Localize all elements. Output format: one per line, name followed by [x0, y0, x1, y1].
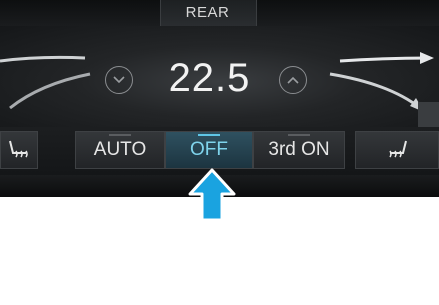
off-button[interactable]: OFF	[165, 131, 253, 169]
heated-seat-left-button[interactable]	[0, 131, 38, 169]
indicator-bar	[109, 134, 131, 136]
indicator-bar	[198, 134, 220, 136]
auto-label: AUTO	[93, 139, 147, 160]
temperature-value: 22.5	[168, 56, 251, 100]
temp-down-button[interactable]	[105, 66, 133, 94]
heated-seat-right-button[interactable]	[355, 131, 439, 169]
heated-seat-icon	[389, 140, 407, 158]
arrow-up-icon	[188, 168, 236, 222]
third-row-on-button[interactable]: 3rd ON	[253, 131, 345, 169]
temp-up-button[interactable]	[279, 66, 307, 94]
chevron-down-icon	[113, 76, 125, 84]
off-label: OFF	[190, 139, 228, 160]
indicator-bar	[288, 134, 310, 136]
rear-label: REAR	[185, 4, 230, 21]
chevron-up-icon	[287, 76, 299, 84]
third-row-label: 3rd ON	[268, 139, 330, 160]
heated-seat-icon	[9, 140, 28, 158]
auto-button[interactable]: AUTO	[75, 131, 165, 169]
